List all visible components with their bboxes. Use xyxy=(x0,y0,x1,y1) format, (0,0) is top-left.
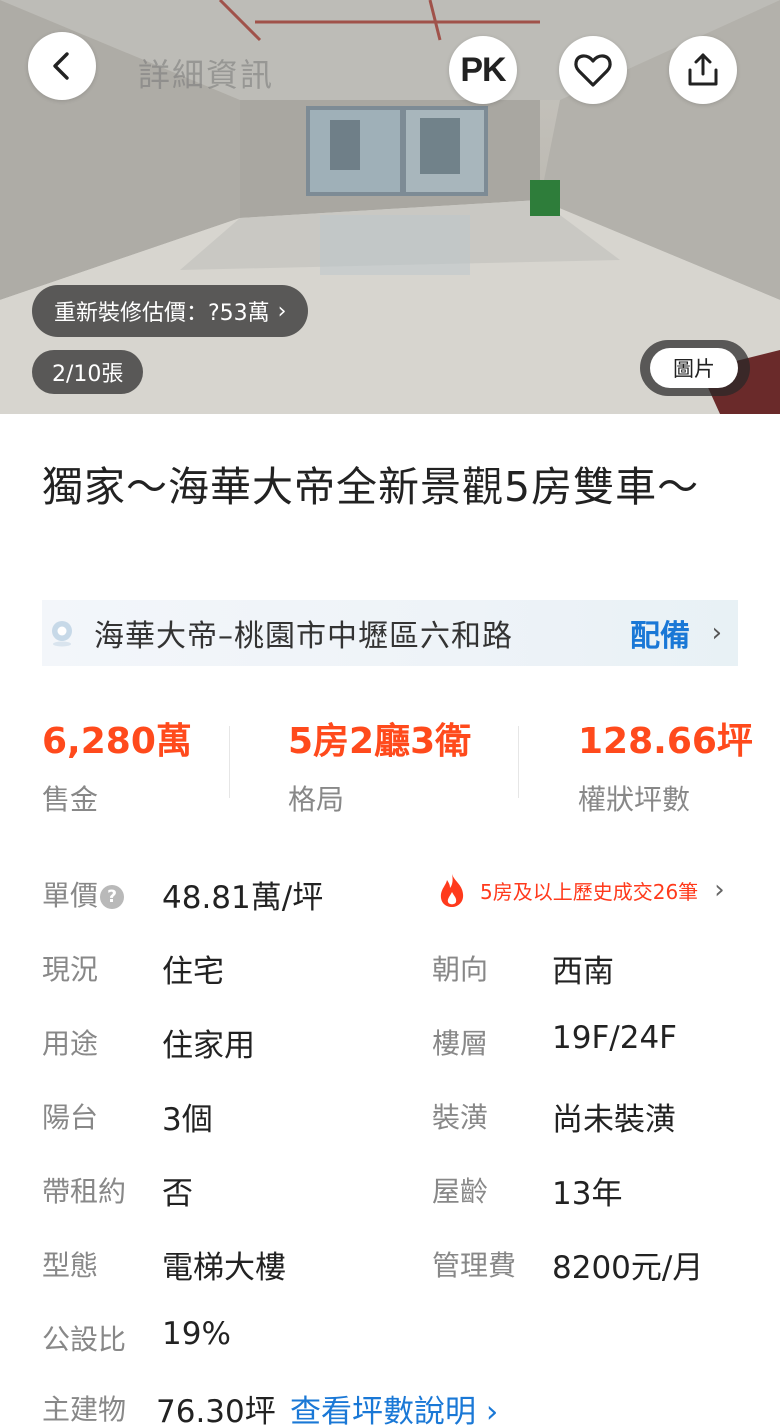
detail-label-decoration: 裝潢 xyxy=(432,1101,489,1134)
favorite-button[interactable] xyxy=(559,36,627,104)
detail-value-orientation: 西南 xyxy=(552,954,614,990)
help-icon[interactable]: ? xyxy=(100,885,125,909)
detail-value-age: 13年 xyxy=(552,1176,623,1212)
renovation-estimate-text: 重新裝修估價：?53萬 xyxy=(54,301,270,326)
location-address: 海華大帝–桃園市中壢區六和路 xyxy=(94,619,513,654)
media-tab-switch[interactable]: 圖片 xyxy=(640,340,750,396)
detail-value-balcony: 3個 xyxy=(162,1102,213,1138)
detail-value-lease: 否 xyxy=(162,1176,193,1212)
price-value: 6,280萬 xyxy=(42,721,192,762)
detail-label-floor: 樓層 xyxy=(432,1027,489,1060)
back-icon xyxy=(53,52,69,80)
detail-value-decoration: 尚未裝潢 xyxy=(552,1102,676,1138)
area-label: 權狀坪數 xyxy=(578,783,691,816)
pk-compare-button[interactable]: PK xyxy=(449,36,517,104)
detail-value-type: 電梯大樓 xyxy=(162,1250,286,1286)
detail-value-floor: 19F/24F xyxy=(552,1020,677,1056)
detail-label-public-ratio: 公設比 xyxy=(42,1323,127,1356)
detail-value-status: 住宅 xyxy=(162,954,224,990)
area-value: 128.66坪 xyxy=(578,721,753,762)
detail-label-status: 現況 xyxy=(42,953,99,986)
stat-area: 128.66坪 權狀坪數 xyxy=(578,712,753,818)
stat-layout: 5房2廳3衛 格局 xyxy=(288,712,471,818)
transaction-history-text: 5房及以上歷史成交26筆 xyxy=(480,879,699,904)
facility-link[interactable]: 配備 xyxy=(630,611,690,655)
unit-price-label-group: 單價? xyxy=(42,874,125,914)
detail-label-orientation: 朝向 xyxy=(432,953,489,986)
stat-divider xyxy=(229,726,230,798)
stat-price: 6,280萬 售金 xyxy=(42,712,192,818)
detail-value-main-building: 76.30坪 xyxy=(156,1394,276,1428)
detail-value-public-ratio: 19% xyxy=(162,1316,231,1352)
location-pin-icon xyxy=(52,621,72,647)
photo-counter: 2/10張 xyxy=(32,350,144,394)
chevron-right-icon: › xyxy=(277,298,287,324)
detail-value-usage: 住家用 xyxy=(162,1028,255,1064)
fire-icon xyxy=(440,874,464,907)
renovation-estimate-button[interactable]: 重新裝修估價：?53萬 › xyxy=(32,285,309,337)
detail-label-balcony: 陽台 xyxy=(42,1101,99,1134)
detail-label-type: 型態 xyxy=(42,1249,99,1282)
location-bar[interactable]: 海華大帝–桃園市中壢區六和路 配備 › xyxy=(42,600,738,666)
area-explanation-text: 查看坪數說明 xyxy=(290,1394,476,1428)
chevron-right-icon: › xyxy=(485,1394,499,1428)
heart-icon xyxy=(574,54,612,87)
detail-label-usage: 用途 xyxy=(42,1027,99,1060)
listing-photo[interactable]: 詳細資訊 PK 重新裝修估價：?53萬 › 2/10張 圖片 xyxy=(0,0,780,414)
chevron-right-icon: › xyxy=(711,618,722,648)
transaction-history-link[interactable]: 5房及以上歷史成交26筆 › xyxy=(436,872,725,908)
detail-value-management-fee: 8200元/月 xyxy=(552,1250,704,1286)
tab-photos[interactable]: 圖片 xyxy=(650,348,738,388)
area-explanation-link[interactable]: 查看坪數說明 › xyxy=(290,1386,498,1428)
stat-divider xyxy=(518,726,519,798)
detail-label-age: 屋齡 xyxy=(432,1175,489,1208)
page-title: 詳細資訊 xyxy=(138,56,275,94)
unit-price-value: 48.81萬/坪 xyxy=(162,880,324,916)
detail-label-management-fee: 管理費 xyxy=(432,1249,517,1282)
layout-value: 5房2廳3衛 xyxy=(288,721,472,762)
back-button[interactable] xyxy=(28,32,96,100)
listing-title: 獨家～海華大帝全新景觀5房雙車～ xyxy=(42,463,700,511)
detail-label-lease: 帶租約 xyxy=(42,1175,127,1208)
share-icon xyxy=(688,53,718,86)
layout-label: 格局 xyxy=(288,783,345,816)
share-button[interactable] xyxy=(669,36,737,104)
price-label: 售金 xyxy=(42,783,99,816)
detail-label-main-building: 主建物 xyxy=(42,1393,127,1426)
unit-price-label: 單價 xyxy=(42,879,99,912)
pk-label: PK xyxy=(460,50,506,89)
chevron-right-icon: › xyxy=(714,875,725,905)
